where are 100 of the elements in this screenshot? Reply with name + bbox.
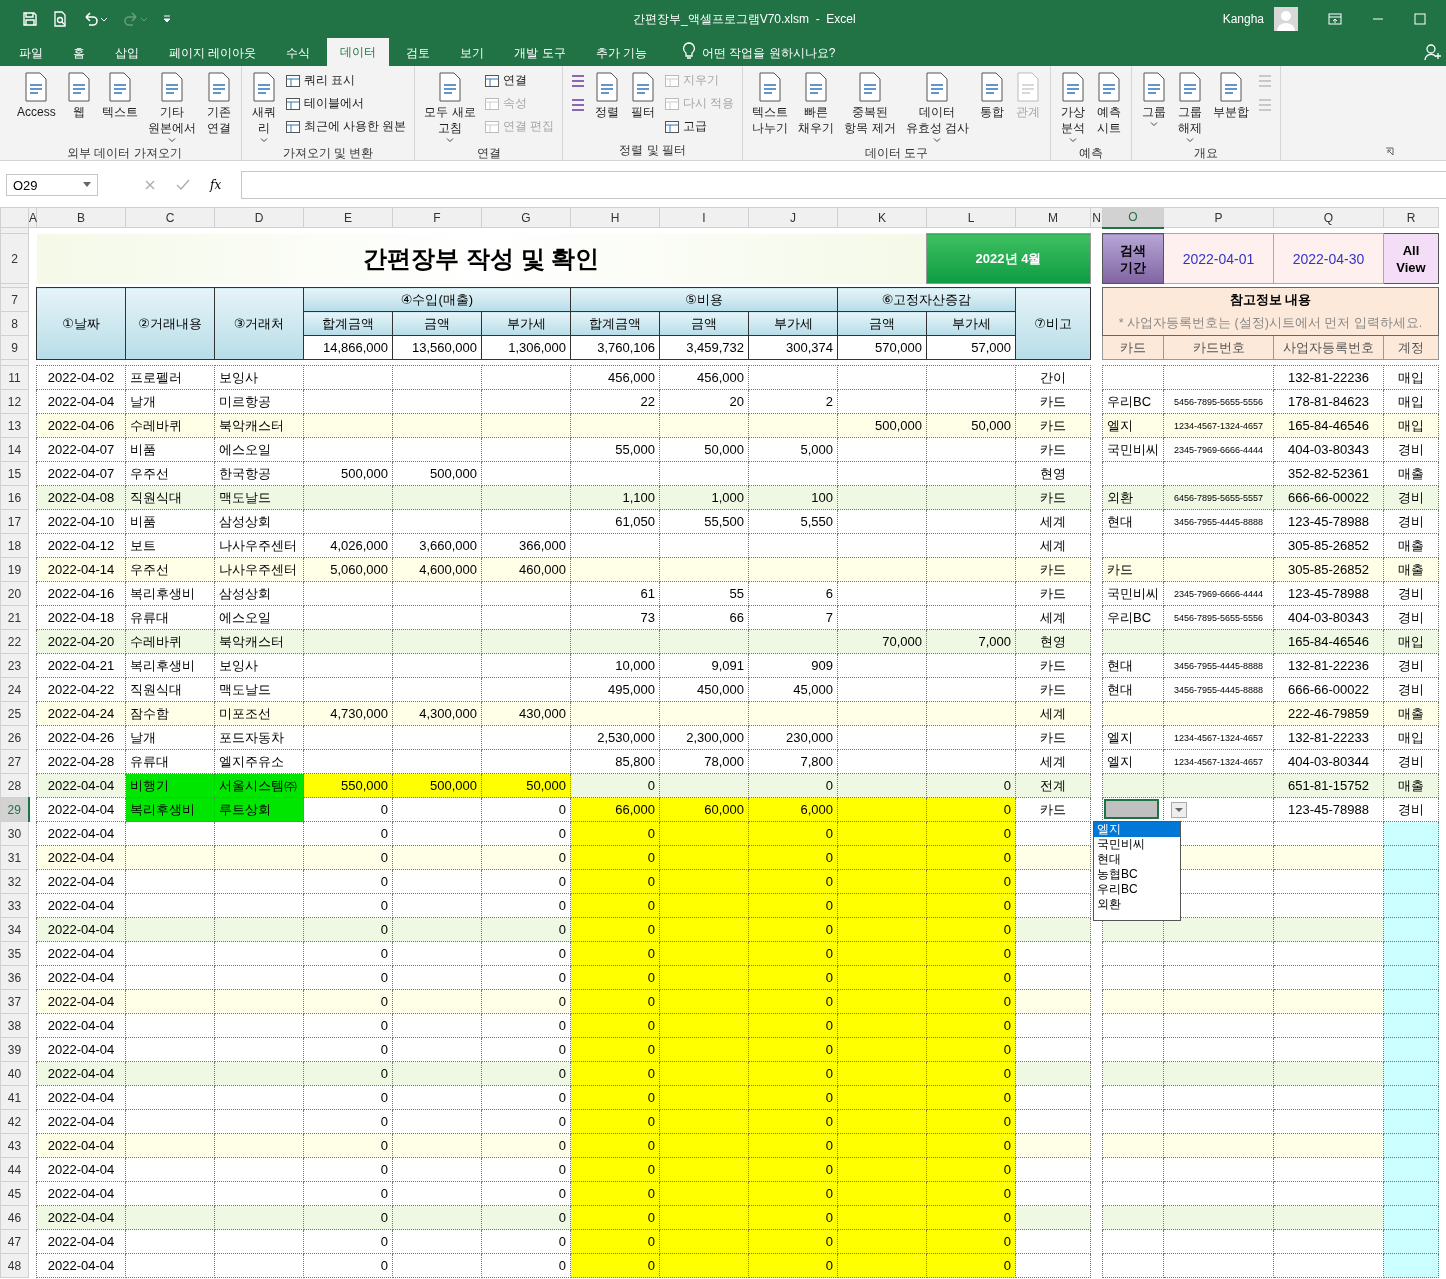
table-cell[interactable]: 651-81-15752 [1273,773,1384,798]
table-cell[interactable] [214,965,304,990]
table-cell[interactable]: 2345-7969-6666-4444 [1163,437,1274,462]
table-cell[interactable]: 10,000 [570,653,660,678]
table-cell[interactable] [214,1205,304,1230]
table-cell[interactable] [659,917,749,942]
table-cell[interactable]: 복리후생비 [125,653,215,678]
table-cell[interactable] [837,677,927,702]
table-cell[interactable] [926,437,1016,462]
table-cell[interactable]: 4,600,000 [392,557,482,582]
table-cell[interactable]: 0 [481,1013,571,1038]
dropdown-option[interactable]: 현대 [1094,852,1180,867]
row-header[interactable]: 8 [0,311,29,336]
table-cell[interactable]: 2022-04-04 [36,845,126,870]
table-cell[interactable]: 미르항공 [214,389,304,414]
table-cell[interactable]: 0 [481,1037,571,1062]
table-cell[interactable] [214,1229,304,1254]
table-cell[interactable]: 날개 [125,725,215,750]
table-cell[interactable] [1102,989,1164,1014]
table-cell[interactable] [125,917,215,942]
table-cell[interactable]: 비행기 [125,773,215,798]
table-cell[interactable]: 666-66-00022 [1273,485,1384,510]
table-cell[interactable] [837,941,927,966]
table-cell[interactable]: 0 [570,1061,660,1086]
ribbon-button[interactable]: 연결 [482,70,557,91]
row-header[interactable]: 9 [0,335,29,360]
print-preview-icon[interactable] [52,11,68,27]
table-cell[interactable] [392,1205,482,1230]
table-cell[interactable] [926,365,1016,390]
table-cell[interactable] [1163,1085,1274,1110]
table-cell[interactable] [125,821,215,846]
row-header[interactable]: 20 [0,581,29,606]
table-cell[interactable]: 루트상회 [214,797,304,822]
table-cell[interactable] [570,629,660,654]
table-cell[interactable] [125,893,215,918]
share-person-icon[interactable] [1424,43,1442,61]
column-header[interactable]: J [748,207,838,228]
table-cell[interactable] [570,701,660,726]
table-cell[interactable] [214,1085,304,1110]
table-cell[interactable]: 4,300,000 [392,701,482,726]
table-cell[interactable] [659,869,749,894]
table-cell[interactable] [1102,461,1164,486]
table-cell[interactable] [303,677,393,702]
table-cell[interactable] [392,389,482,414]
table-cell[interactable] [1163,1013,1274,1038]
table-cell[interactable] [837,461,927,486]
table-cell[interactable]: 0 [570,941,660,966]
table-cell[interactable] [837,797,927,822]
table-cell[interactable]: 0 [748,821,838,846]
table-cell[interactable]: 0 [303,1013,393,1038]
table-cell[interactable]: 직원식대 [125,677,215,702]
table-cell[interactable] [392,941,482,966]
table-cell[interactable] [392,485,482,510]
table-cell[interactable] [125,965,215,990]
table-cell[interactable]: 0 [926,1133,1016,1158]
ribbon-button[interactable]: 최근에 사용한 원본 [283,116,409,137]
table-cell[interactable] [214,821,304,846]
table-cell[interactable]: 5456-7895-5655-5556 [1163,605,1274,630]
table-cell[interactable] [214,845,304,870]
table-cell[interactable] [214,869,304,894]
table-cell[interactable]: 0 [570,1205,660,1230]
table-cell[interactable]: 0 [303,965,393,990]
table-cell[interactable]: 0 [570,821,660,846]
table-cell[interactable]: 0 [481,1109,571,1134]
table-cell[interactable]: 0 [481,1253,571,1278]
table-cell[interactable]: 0 [570,917,660,942]
table-cell[interactable] [1163,1037,1274,1062]
table-cell[interactable]: 국민비씨 [1102,437,1164,462]
maximize-icon[interactable] [1414,13,1426,25]
table-cell[interactable] [1163,773,1274,798]
table-cell[interactable] [392,413,482,438]
ribbon-button[interactable]: 그룹 해제 [1174,70,1207,145]
row-header[interactable]: 11 [0,365,29,390]
table-cell[interactable] [659,533,749,558]
table-cell[interactable] [659,941,749,966]
table-cell[interactable] [1163,533,1274,558]
table-cell[interactable]: 0 [570,893,660,918]
checkmark-icon[interactable] [176,179,190,191]
table-cell[interactable]: 78,000 [659,749,749,774]
table-cell[interactable] [1163,1229,1274,1254]
table-cell[interactable]: 45,000 [748,677,838,702]
table-cell[interactable] [659,629,749,654]
dropdown-option[interactable]: 우리BC [1094,882,1180,897]
table-cell[interactable]: 222-46-79859 [1273,701,1384,726]
table-cell[interactable] [1102,1133,1164,1158]
table-cell[interactable]: 1234-4567-1324-4657 [1163,749,1274,774]
table-cell[interactable]: 0 [570,1037,660,1062]
table-cell[interactable]: 430,000 [481,701,571,726]
table-cell[interactable] [481,629,571,654]
table-cell[interactable]: 2022-04-04 [36,1205,126,1230]
table-cell[interactable]: 352-82-52361 [1273,461,1384,486]
row-header[interactable]: 15 [0,461,29,486]
row-header[interactable]: 21 [0,605,29,630]
ribbon-button[interactable]: 통합 [976,70,1009,122]
table-cell[interactable] [481,653,571,678]
table-cell[interactable]: 0 [481,1181,571,1206]
table-cell[interactable]: 2022-04-04 [36,1085,126,1110]
row-header[interactable]: 39 [0,1037,29,1062]
column-header[interactable]: L [926,207,1016,228]
table-cell[interactable] [659,773,749,798]
